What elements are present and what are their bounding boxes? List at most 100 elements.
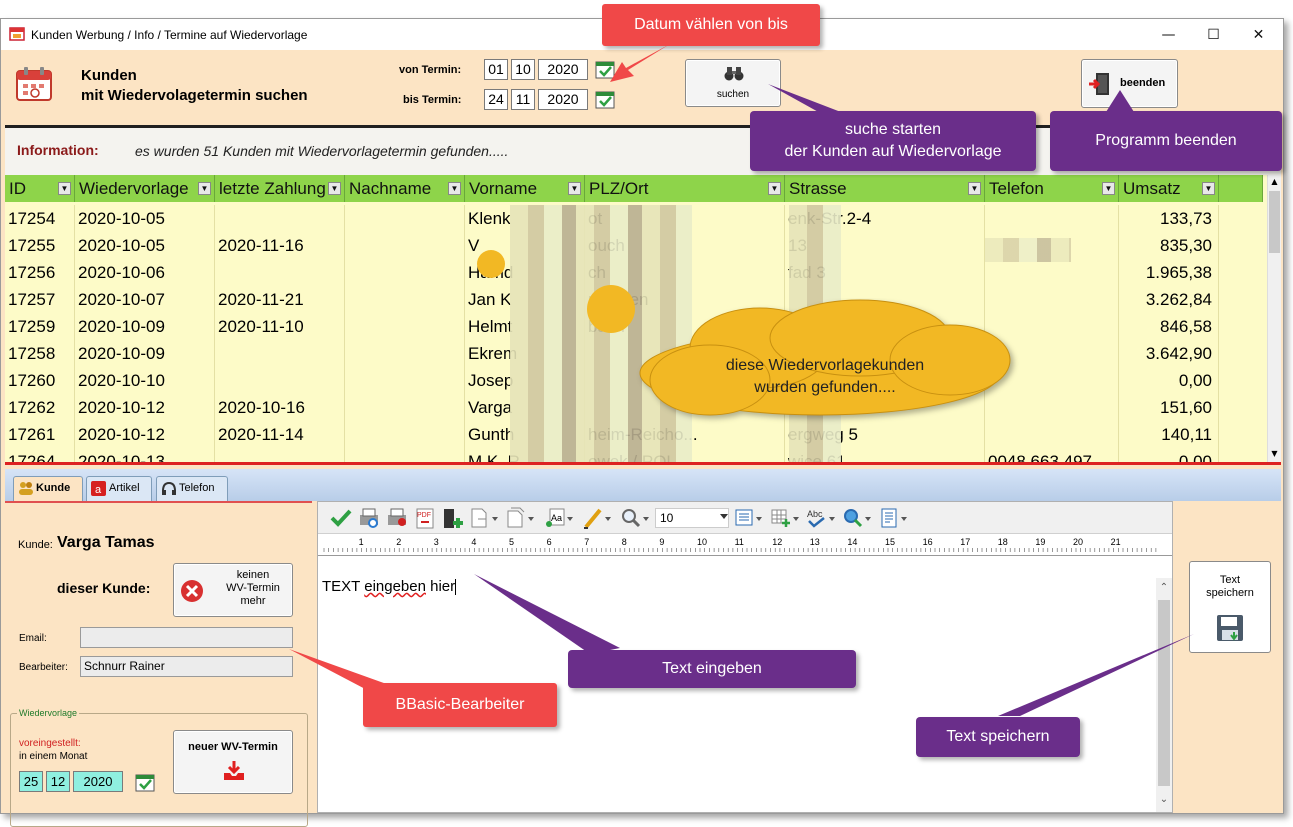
column-header-label: Nachname bbox=[349, 179, 432, 198]
print-icon[interactable] bbox=[386, 507, 408, 529]
column-header-label: Strasse bbox=[789, 179, 847, 198]
scroll-thumb[interactable] bbox=[1269, 191, 1280, 253]
filter-dropdown-icon[interactable]: ▼ bbox=[1102, 182, 1115, 195]
to-day-input[interactable]: 24 bbox=[484, 89, 508, 110]
new-month-input[interactable]: 12 bbox=[46, 771, 70, 792]
to-month-input[interactable]: 11 bbox=[511, 89, 535, 110]
save-line2: speichern bbox=[1206, 587, 1254, 599]
font-icon[interactable]: Aa bbox=[544, 507, 574, 529]
filter-dropdown-icon[interactable]: ▼ bbox=[198, 182, 211, 195]
minimize-button[interactable]: — bbox=[1146, 23, 1191, 47]
column-header[interactable]: Telefon ▼ bbox=[985, 175, 1119, 202]
insert-page-icon[interactable] bbox=[442, 507, 466, 531]
filter-dropdown-icon[interactable]: ▼ bbox=[448, 182, 461, 195]
chevron-up-icon[interactable]: ⌃ bbox=[1157, 582, 1171, 594]
save-button-label: Text speichern bbox=[1190, 574, 1270, 600]
calendar-check-icon[interactable] bbox=[135, 772, 155, 792]
filter-dropdown-icon[interactable]: ▼ bbox=[968, 182, 981, 195]
grid-scrollbar[interactable]: ▲ ▼ bbox=[1267, 175, 1281, 462]
column-header[interactable]: Nachname ▼ bbox=[345, 175, 465, 202]
cell-nachname bbox=[345, 394, 465, 421]
from-year-input[interactable]: 2020 bbox=[538, 59, 588, 80]
editor-text-underlined: eingeben bbox=[364, 578, 426, 595]
customer-name: Varga Tamas bbox=[57, 534, 155, 551]
pdf-icon[interactable]: PDF bbox=[414, 507, 436, 529]
chevron-down-icon[interactable] bbox=[720, 514, 728, 520]
cell-wv: 2020-10-05 bbox=[75, 232, 215, 259]
chevron-down-icon[interactable]: ⌄ bbox=[1157, 794, 1171, 806]
ruler-number: 12 bbox=[772, 537, 782, 547]
download-tray-icon bbox=[224, 761, 244, 780]
editor-field[interactable]: Schnurr Rainer bbox=[80, 656, 293, 677]
new-day-input[interactable]: 25 bbox=[19, 771, 43, 792]
ruler-number: 7 bbox=[584, 537, 589, 547]
page-layout-icon[interactable] bbox=[880, 507, 910, 529]
text-cursor bbox=[455, 579, 457, 596]
column-header[interactable]: Vorname ▼ bbox=[465, 175, 585, 202]
cell-umsatz: 151,60 bbox=[1119, 394, 1219, 421]
tab-artikel-label: Artikel bbox=[109, 482, 140, 494]
paragraph-icon[interactable] bbox=[734, 507, 764, 529]
ruler-number: 11 bbox=[735, 537, 744, 547]
no-wv-button[interactable]: keinen WV-Termin mehr bbox=[173, 563, 293, 617]
calendar-check-icon[interactable] bbox=[595, 89, 615, 109]
from-month-input[interactable]: 10 bbox=[511, 59, 535, 80]
find-replace-icon[interactable] bbox=[842, 507, 872, 529]
column-header[interactable]: Strasse ▼ bbox=[785, 175, 985, 202]
close-button[interactable]: ✕ bbox=[1236, 23, 1281, 47]
filter-dropdown-icon[interactable]: ▼ bbox=[58, 182, 71, 195]
filter-dropdown-icon[interactable]: ▼ bbox=[1202, 182, 1215, 195]
from-day-input[interactable]: 01 bbox=[484, 59, 508, 80]
customer-panel: Kunde: Varga Tamas dieser Kunde: keinen … bbox=[5, 501, 312, 827]
no-wv-line3: mehr bbox=[240, 595, 266, 607]
cell-umsatz: 846,58 bbox=[1119, 313, 1219, 340]
insert-table-icon[interactable] bbox=[770, 507, 800, 529]
email-field[interactable] bbox=[80, 627, 293, 648]
cell-umsatz: 0,00 bbox=[1119, 448, 1219, 462]
doc-copy-icon[interactable] bbox=[506, 507, 536, 529]
check-icon[interactable] bbox=[330, 508, 352, 528]
cell-wv: 2020-10-13 bbox=[75, 448, 215, 462]
column-header[interactable]: ID ▼ bbox=[5, 175, 75, 202]
doc-arrow-icon[interactable] bbox=[470, 507, 500, 529]
cell-zahlung: 2020-11-10 bbox=[215, 313, 345, 340]
filter-dropdown-icon[interactable]: ▼ bbox=[768, 182, 781, 195]
ruler-number: 8 bbox=[622, 537, 627, 547]
column-header[interactable]: letzte Zahlung ▼ bbox=[215, 175, 345, 202]
cell-umsatz: 140,11 bbox=[1119, 421, 1219, 448]
tab-artikel[interactable]: a Artikel bbox=[86, 476, 152, 501]
tab-kunde[interactable]: Kunde bbox=[13, 476, 83, 501]
print-preview-icon[interactable] bbox=[358, 507, 380, 529]
filter-dropdown-icon[interactable]: ▼ bbox=[568, 182, 581, 195]
spellcheck-icon[interactable]: Abc bbox=[806, 507, 836, 529]
editor-toolbar: PDF Aa 10 Abc bbox=[318, 502, 1172, 534]
maximize-button[interactable]: ☐ bbox=[1191, 23, 1236, 47]
svg-text:Abc: Abc bbox=[807, 509, 823, 519]
column-header[interactable]: Wiedervorlage ▼ bbox=[75, 175, 215, 202]
cell-nachname bbox=[345, 232, 465, 259]
marker-dot bbox=[587, 285, 635, 333]
column-header[interactable]: Umsatz ▼ bbox=[1119, 175, 1219, 202]
to-date-label: bis Termin: bbox=[403, 94, 462, 106]
scroll-up-icon[interactable]: ▲ bbox=[1269, 176, 1280, 188]
column-header-label: Vorname bbox=[469, 179, 538, 198]
cell-wv: 2020-10-12 bbox=[75, 421, 215, 448]
to-year-input[interactable]: 2020 bbox=[538, 89, 588, 110]
new-year-input[interactable]: 2020 bbox=[73, 771, 123, 792]
zoom-icon[interactable] bbox=[620, 507, 650, 529]
cell-nachname bbox=[345, 421, 465, 448]
cell-zahlung bbox=[215, 340, 345, 367]
tab-telefon[interactable]: Telefon bbox=[156, 476, 228, 501]
editor-content[interactable]: TEXT eingeben hier bbox=[322, 578, 457, 596]
column-header[interactable]: PLZ/Ort ▼ bbox=[585, 175, 785, 202]
scroll-down-icon[interactable]: ▼ bbox=[1269, 448, 1280, 460]
new-wv-button[interactable]: neuer WV-Termin bbox=[173, 730, 293, 794]
email-label: Email: bbox=[19, 633, 47, 644]
save-text-button[interactable]: Text speichern bbox=[1189, 561, 1271, 653]
highlight-pen-icon[interactable] bbox=[582, 507, 612, 529]
ruler-number: 4 bbox=[471, 537, 476, 547]
filter-dropdown-icon[interactable]: ▼ bbox=[328, 182, 341, 195]
editor-label: Bearbeiter: bbox=[19, 662, 68, 673]
from-date-label: von Termin: bbox=[399, 64, 462, 76]
font-size-select[interactable]: 10 bbox=[655, 508, 729, 528]
